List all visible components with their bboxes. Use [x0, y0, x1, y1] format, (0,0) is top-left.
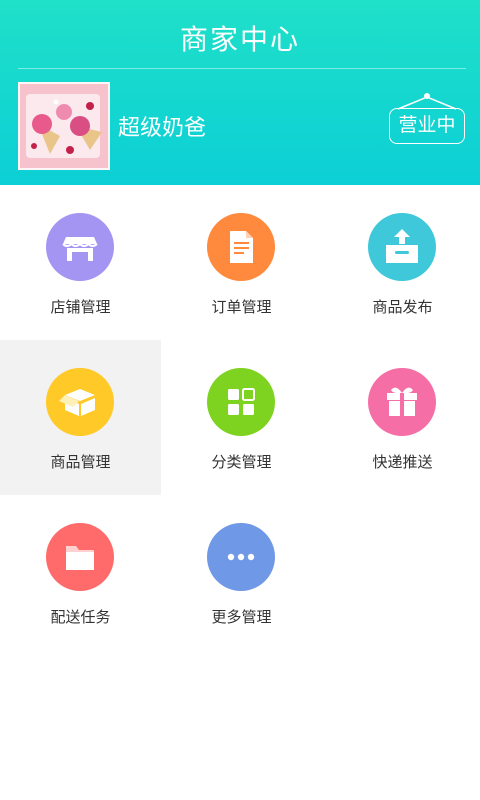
menu-item-more-management[interactable]: 更多管理 — [161, 495, 322, 650]
document-icon — [207, 213, 275, 281]
grid-icon — [207, 368, 275, 436]
menu-item-label: 订单管理 — [211, 298, 272, 316]
menu-item-product-publish[interactable]: 商品发布 — [322, 185, 480, 340]
ice-cream-photo — [20, 84, 108, 168]
business-status-sign[interactable]: 营业中 — [384, 92, 470, 152]
menu-item-label: 商品发布 — [372, 298, 433, 316]
business-status-label: 营业中 — [389, 108, 465, 144]
folder-icon — [46, 523, 114, 591]
upload-box-icon — [368, 213, 436, 281]
menu-item-product-management[interactable]: 商品管理 — [0, 340, 161, 495]
shop-name: 超级奶爸 — [118, 116, 207, 141]
menu-item-label: 更多管理 — [211, 608, 272, 626]
menu-item-label: 店铺管理 — [50, 298, 111, 316]
storefront-icon — [46, 213, 114, 281]
menu-item-label: 配送任务 — [50, 608, 111, 626]
menu-item-label: 分类管理 — [211, 453, 272, 471]
open-box-icon — [46, 368, 114, 436]
menu-item-order-management[interactable]: 订单管理 — [161, 185, 322, 340]
menu-item-label: 商品管理 — [50, 453, 111, 471]
menu-item-delivery-tasks[interactable]: 配送任务 — [0, 495, 161, 650]
menu-item-label: 快递推送 — [372, 453, 433, 471]
menu-item-category-management[interactable]: 分类管理 — [161, 340, 322, 495]
menu-item-express-push[interactable]: 快递推送 — [322, 340, 480, 495]
header-bar: 商家中心 超级奶爸 营业中 — [0, 0, 480, 185]
shop-avatar[interactable] — [18, 82, 110, 170]
header-divider — [18, 68, 466, 69]
page-title: 商家中心 — [179, 23, 300, 56]
more-dots-icon — [207, 523, 275, 591]
menu-item-store-management[interactable]: 店铺管理 — [0, 185, 161, 340]
gift-icon — [368, 368, 436, 436]
